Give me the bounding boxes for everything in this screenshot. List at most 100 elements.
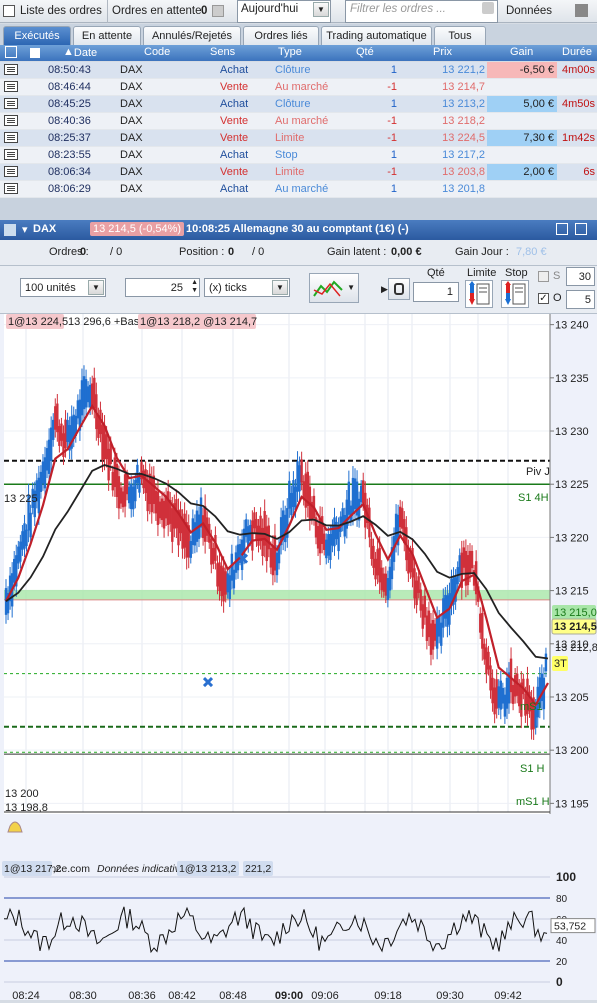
candle-body: [415, 580, 418, 606]
candle-body: [296, 461, 299, 492]
candle-body: [491, 677, 494, 704]
close-icon[interactable]: [575, 223, 587, 235]
candle-body: [93, 377, 96, 409]
candle-body: [327, 534, 330, 556]
table-row[interactable]: 08:25:37 DAX Vente Limite -1 13 224,5 7,30 € 1m…: [0, 130, 597, 147]
candle-body: [232, 569, 236, 589]
pin-icon[interactable]: [575, 4, 588, 17]
tab-cancelled[interactable]: Annulés/Rejetés: [143, 26, 241, 45]
settings-wrench-button[interactable]: [388, 278, 410, 300]
o-input[interactable]: 5: [566, 290, 595, 309]
s-input[interactable]: 30: [566, 267, 595, 286]
orders-list-label[interactable]: Liste des ordres: [20, 0, 102, 23]
checkbox-orders-list[interactable]: [3, 5, 15, 17]
order-filter-input[interactable]: Filtrer les ordres ...: [345, 0, 498, 23]
candle-body: [323, 533, 326, 550]
wrench-icon[interactable]: [30, 48, 40, 58]
candle-body: [138, 477, 141, 493]
table-row[interactable]: 08:40:36 DAX Vente Au marché -1 13 218,2: [0, 113, 597, 130]
order-type: Stop: [275, 149, 298, 161]
order-doc-icon[interactable]: [4, 115, 18, 126]
stepper-arrows-icon[interactable]: ▲ ▼: [191, 279, 198, 295]
candle-body: [470, 550, 474, 569]
limit-order-icon: [469, 281, 490, 305]
candle-body: [386, 578, 390, 601]
limit-order-button[interactable]: [465, 280, 493, 308]
tab-linked-orders[interactable]: Ordres liés: [243, 26, 319, 45]
order-doc-icon[interactable]: [4, 132, 18, 143]
data-label[interactable]: Données: [506, 0, 552, 23]
order-doc-icon[interactable]: [4, 81, 18, 92]
price-chart[interactable]: 13 240 13 235 13 230 13 225 13 220 13 215 13 2…: [0, 314, 597, 1002]
candle-body: [483, 643, 486, 660]
chevron-down-icon[interactable]: ▾: [22, 223, 28, 236]
tab-all[interactable]: Tous: [434, 26, 486, 45]
order-doc-icon[interactable]: [4, 64, 18, 75]
candle-body: [544, 653, 548, 672]
candle-body: [60, 423, 63, 441]
candle-body: [440, 622, 443, 646]
refresh-icon[interactable]: [5, 46, 17, 58]
col-type[interactable]: Type: [278, 46, 302, 58]
close-icon[interactable]: [212, 5, 224, 17]
x-tick-label: 09:42: [494, 990, 522, 1000]
col-gain[interactable]: Gain: [510, 46, 533, 58]
price-tag-low: 13 212,8: [555, 642, 597, 654]
chart-type-button[interactable]: ▼: [309, 273, 359, 303]
ticks-stepper[interactable]: 25 ▲ ▼: [125, 278, 200, 297]
col-qte[interactable]: Qté: [356, 46, 374, 58]
order-doc-icon[interactable]: [4, 166, 18, 177]
price-chart-panel[interactable]: 13 240 13 235 13 230 13 225 13 220 13 215 13 2…: [0, 314, 597, 1002]
qty-input[interactable]: 1: [413, 282, 459, 302]
order-doc-icon[interactable]: [4, 183, 18, 194]
candle-body: [499, 680, 502, 710]
order-gain: 7,30 €: [487, 130, 557, 146]
table-row[interactable]: 08:45:25 DAX Achat Clôture 1 13 213,2 5,00 € 4m…: [0, 96, 597, 113]
osc-tick-label: 0: [556, 975, 563, 989]
table-row[interactable]: 08:46:44 DAX Vente Au marché -1 13 214,7: [0, 79, 597, 96]
col-prix[interactable]: Prix: [433, 46, 452, 58]
price-change-badge: 13 214,5 (-0,54%): [90, 222, 185, 236]
pending-orders-label[interactable]: Ordres en attente: [112, 0, 202, 23]
gain-jour-value: 7,80 €: [516, 246, 547, 258]
ticks-unit-select[interactable]: (x) ticks ▼: [204, 278, 290, 297]
o-checkbox[interactable]: ✓: [538, 293, 549, 304]
s-checkbox[interactable]: [538, 271, 549, 282]
order-date: 08:25:37: [48, 132, 91, 144]
candle-body: [123, 474, 127, 507]
table-row[interactable]: 08:06:29 DAX Achat Au marché 1 13 201,8: [0, 181, 597, 198]
col-sens[interactable]: Sens: [210, 46, 235, 58]
candle-body: [64, 419, 67, 449]
tab-executed[interactable]: Exécutés: [3, 26, 71, 45]
units-select[interactable]: 100 unités ▼: [20, 278, 106, 297]
clear-icon[interactable]: [482, 2, 494, 14]
date-filter-select[interactable]: Aujourd'hui ▼: [237, 0, 331, 23]
ticks-unit-value: (x) ticks: [209, 282, 247, 294]
chevron-down-icon[interactable]: ▼: [313, 2, 329, 17]
stop-order-button[interactable]: [501, 280, 529, 308]
table-row[interactable]: 08:06:34 DAX Vente Limite -1 13 203,8 2,00 € 6s: [0, 164, 597, 181]
candle-body: [435, 617, 439, 649]
table-row[interactable]: 08:23:55 DAX Achat Stop 1 13 217,2: [0, 147, 597, 164]
x-tick-label: 09:00: [275, 990, 303, 1000]
tab-auto-trading[interactable]: Trading automatique: [321, 26, 432, 45]
table-row[interactable]: 08:50:43 DAX Achat Clôture 1 13 221,2 -6,50 € 4…: [0, 62, 597, 79]
chevron-down-icon[interactable]: ▼: [347, 283, 355, 292]
x-tick-label: 08:42: [168, 990, 196, 1000]
col-duree[interactable]: Durée: [562, 46, 592, 58]
order-code: DAX: [120, 132, 143, 144]
order-type: Limite: [275, 166, 305, 178]
tab-pending[interactable]: En attente: [73, 26, 141, 45]
order-side: Vente: [220, 81, 249, 93]
order-doc-icon[interactable]: [4, 149, 18, 160]
maximize-icon[interactable]: [556, 223, 568, 235]
candle-body: [394, 513, 398, 543]
candle-body: [181, 519, 184, 549]
col-code[interactable]: Code: [144, 46, 170, 58]
col-date-sort[interactable]: ▲ Date: [63, 46, 97, 59]
chevron-down-icon[interactable]: ▼: [88, 280, 104, 295]
chevron-down-icon[interactable]: ▼: [272, 280, 288, 295]
collapse-arrow-icon[interactable]: ▶: [381, 284, 388, 295]
order-doc-icon[interactable]: [4, 98, 18, 109]
candle-body: [370, 538, 373, 559]
